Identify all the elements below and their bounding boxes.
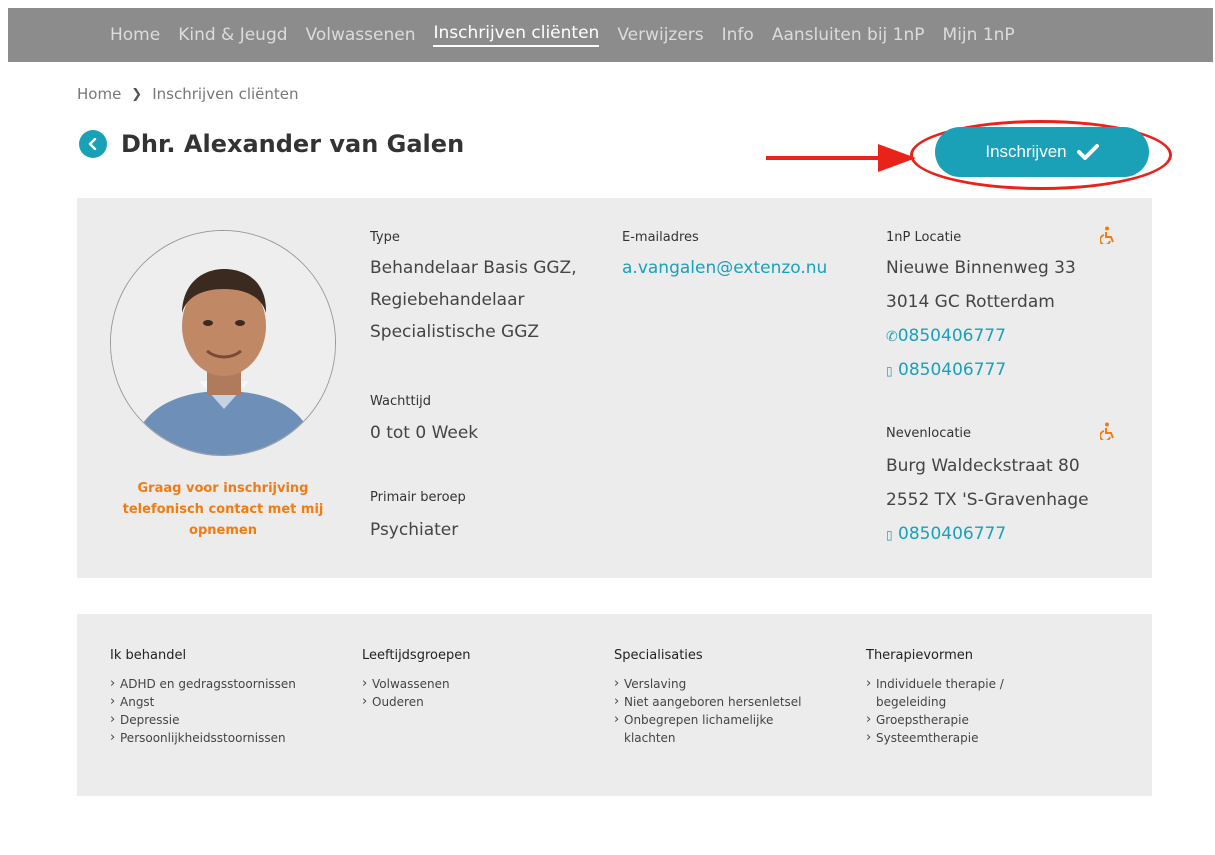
nav-item-mijn-1np[interactable]: Mijn 1nP <box>943 25 1015 45</box>
list-item: Ouderen <box>362 693 470 711</box>
list-item: Niet aangeboren hersenletsel <box>614 693 802 711</box>
inschrijven-button[interactable]: Inschrijven <box>935 127 1149 177</box>
side-location-mobile[interactable]: ▯ 0850406777 <box>886 518 1006 551</box>
wheelchair-icon <box>1100 422 1114 440</box>
type-line: Specialistische GGZ <box>370 322 540 342</box>
profile-card: Graag voor inschrijving telefonisch cont… <box>77 198 1152 578</box>
list-item: Groepstherapie <box>866 711 1004 729</box>
type-line: Behandelaar Basis GGZ, <box>370 258 577 278</box>
side-location-city: 2552 TX 'S-Gravenhage <box>886 490 1089 510</box>
person-photo <box>111 231 335 455</box>
list-item: Verslaving <box>614 675 802 693</box>
phone-icon: ✆ <box>886 329 898 345</box>
details-card: Ik behandel ADHD en gedragsstoornissen A… <box>77 614 1152 796</box>
profession-label: Primair beroep <box>370 490 466 505</box>
back-button[interactable] <box>79 130 107 158</box>
mobile-icon: ▯ <box>886 528 893 542</box>
breadcrumb-current: Inschrijven cliënten <box>152 85 299 103</box>
therapies-column: Therapievormen Individuele therapie / be… <box>866 648 1004 747</box>
list-item: Individuele therapie / <box>866 675 1004 693</box>
treats-column: Ik behandel ADHD en gedragsstoornissen A… <box>110 648 296 747</box>
chevron-right-icon: ❯ <box>131 86 143 102</box>
top-navigation: Home Kind & Jeugd Volwassenen Inschrijve… <box>8 8 1213 62</box>
main-location-label: 1nP Locatie <box>886 230 962 245</box>
mobile-icon: ▯ <box>886 364 893 378</box>
main-location-street: Nieuwe Binnenweg 33 <box>886 258 1076 278</box>
breadcrumb: Home ❯ Inschrijven cliënten <box>77 85 299 103</box>
nav-item-home[interactable]: Home <box>110 25 160 45</box>
email-label: E-mailadres <box>622 230 699 245</box>
profession-value: Psychiater <box>370 520 459 540</box>
avatar <box>110 230 336 456</box>
list-item: Depressie <box>110 711 296 729</box>
list-item: Volwassenen <box>362 675 470 693</box>
title-row: Dhr. Alexander van Galen <box>79 130 464 158</box>
email-link[interactable]: a.vangalen@extenzo.nu <box>622 252 827 284</box>
nav-item-kind-jeugd[interactable]: Kind & Jeugd <box>178 25 287 45</box>
list-item: Systeemtherapie <box>866 729 1004 747</box>
checkmark-icon <box>1076 144 1099 160</box>
contact-note: Graag voor inschrijving telefonisch cont… <box>122 481 324 538</box>
side-location-street: Burg Waldeckstraat 80 <box>886 456 1080 476</box>
wheelchair-icon <box>1100 226 1114 244</box>
nav-item-aansluiten[interactable]: Aansluiten bij 1nP <box>772 25 925 45</box>
list-item: begeleiding <box>876 695 947 709</box>
side-location-label: Nevenlocatie <box>886 426 972 441</box>
treats-title: Ik behandel <box>110 648 187 663</box>
type-value: Behandelaar Basis GGZ, Regiebehandelaar … <box>370 252 577 348</box>
list-item: klachten <box>624 731 676 745</box>
wait-value: 0 tot 0 Week <box>370 423 479 443</box>
red-arrow-icon <box>766 144 916 172</box>
wait-label: Wachttijd <box>370 394 432 409</box>
ages-column: Leeftijdsgroepen Volwassenen Ouderen <box>362 648 470 711</box>
main-location-city: 3014 GC Rotterdam <box>886 292 1055 312</box>
list-item: ADHD en gedragsstoornissen <box>110 675 296 693</box>
mobile-number: 0850406777 <box>898 524 1007 544</box>
mobile-number: 0850406777 <box>898 360 1007 380</box>
page-title: Dhr. Alexander van Galen <box>121 130 465 158</box>
list-item: Onbegrepen lichamelijke <box>614 711 802 729</box>
ages-title: Leeftijdsgroepen <box>362 648 471 663</box>
specializations-column: Specialisaties Verslaving Niet aangebore… <box>614 648 802 747</box>
main-location-mobile[interactable]: ▯ 0850406777 <box>886 354 1006 387</box>
chevron-left-icon <box>88 138 97 150</box>
list-item: Angst <box>110 693 296 711</box>
type-line: Regiebehandelaar <box>370 290 525 310</box>
inschrijven-label: Inschrijven <box>985 142 1067 161</box>
breadcrumb-home[interactable]: Home <box>77 85 121 103</box>
nav-item-verwijzers[interactable]: Verwijzers <box>617 25 703 45</box>
nav-item-info[interactable]: Info <box>722 25 754 45</box>
nav-item-volwassenen[interactable]: Volwassenen <box>306 25 416 45</box>
nav-item-inschrijven-clienten[interactable]: Inschrijven cliënten <box>433 23 600 47</box>
therapies-title: Therapievormen <box>866 648 974 663</box>
specializations-title: Specialisaties <box>614 648 703 663</box>
list-item: Persoonlijkheidsstoornissen <box>110 729 296 747</box>
main-location-phone[interactable]: ✆0850406777 <box>886 320 1006 353</box>
type-label: Type <box>370 230 400 245</box>
phone-number: 0850406777 <box>897 326 1006 346</box>
